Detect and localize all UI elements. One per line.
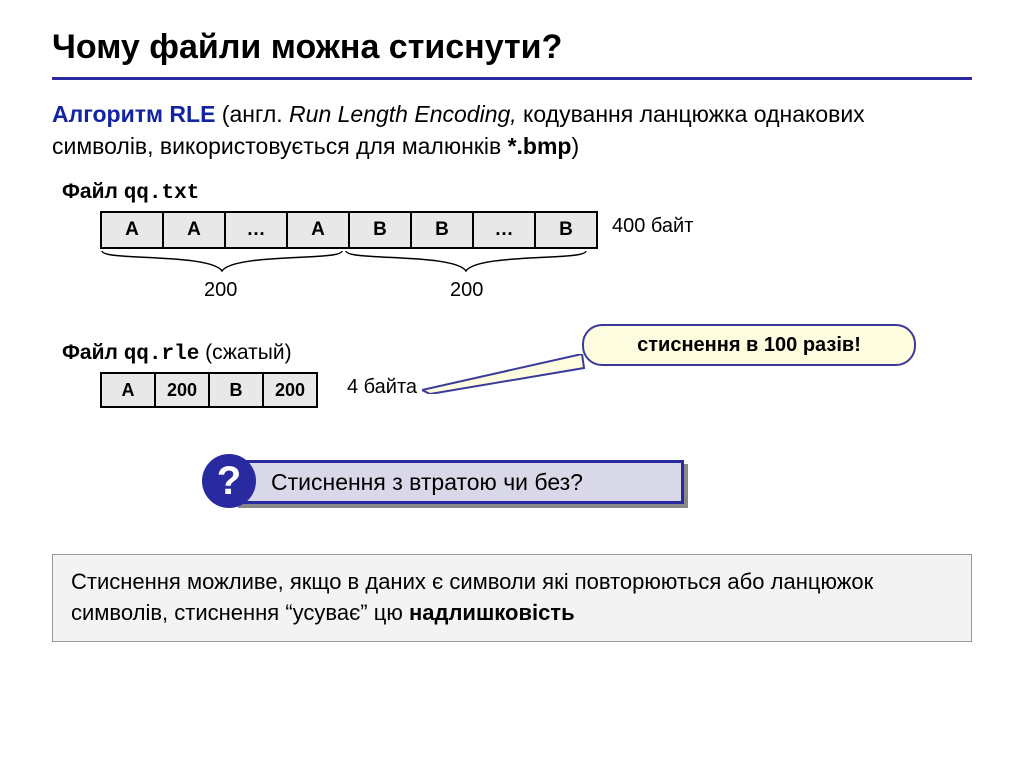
cell: B [209, 373, 263, 407]
intro-bmp: *.bmp [508, 133, 572, 159]
intro-close: ) [571, 133, 579, 159]
brace-left-label: 200 [204, 279, 237, 302]
cell: 200 [263, 373, 317, 407]
cell: A [287, 212, 349, 248]
question-mark-icon: ? [202, 454, 256, 508]
brace-left [100, 249, 344, 275]
cell: A [101, 373, 155, 407]
summary-box: Стиснення можливе, якщо в даних є символ… [52, 554, 972, 642]
cell: 200 [155, 373, 209, 407]
cell: A [101, 212, 163, 248]
file1-label: Файл qq.txt [62, 180, 972, 205]
file2-name: qq.rle [124, 343, 200, 366]
cell: … [473, 212, 535, 248]
file1-prefix: Файл [62, 180, 124, 203]
row1: A A … A B B … B 400 байт 200 200 [52, 211, 972, 331]
intro-paragraph: Алгоритм RLE (англ. Run Length Encoding,… [52, 98, 972, 162]
callout-box: стиснення в 100 разів! [582, 324, 916, 366]
brace-right [344, 249, 588, 275]
size-compressed: 4 байта [347, 376, 417, 399]
cell: B [411, 212, 473, 248]
intro-open: (англ. [215, 101, 289, 127]
cell: B [535, 212, 597, 248]
cell: B [349, 212, 411, 248]
cell: … [225, 212, 287, 248]
question-row: Стиснення з втратою чи без? ? [202, 460, 972, 516]
intro-lead: Алгоритм RLE [52, 101, 215, 127]
brace-right-label: 200 [450, 279, 483, 302]
file1-name: qq.txt [124, 182, 200, 205]
slide-title: Чому файли можна стиснути? [52, 28, 972, 67]
cell: A [163, 212, 225, 248]
row2: A 200 B 200 4 байта стиснення в 100 разі… [52, 372, 972, 432]
summary-bold: надлишковість [409, 600, 575, 625]
size-original: 400 байт [612, 215, 693, 238]
title-divider [52, 77, 972, 80]
file2-prefix: Файл [62, 341, 124, 364]
question-box: Стиснення з втратою чи без? [234, 460, 684, 504]
table-compressed: A 200 B 200 [100, 372, 318, 408]
intro-em: Run Length Encoding, [289, 101, 517, 127]
file2-suffix: (сжатый) [199, 341, 291, 364]
table-original: A A … A B B … B [100, 211, 598, 249]
